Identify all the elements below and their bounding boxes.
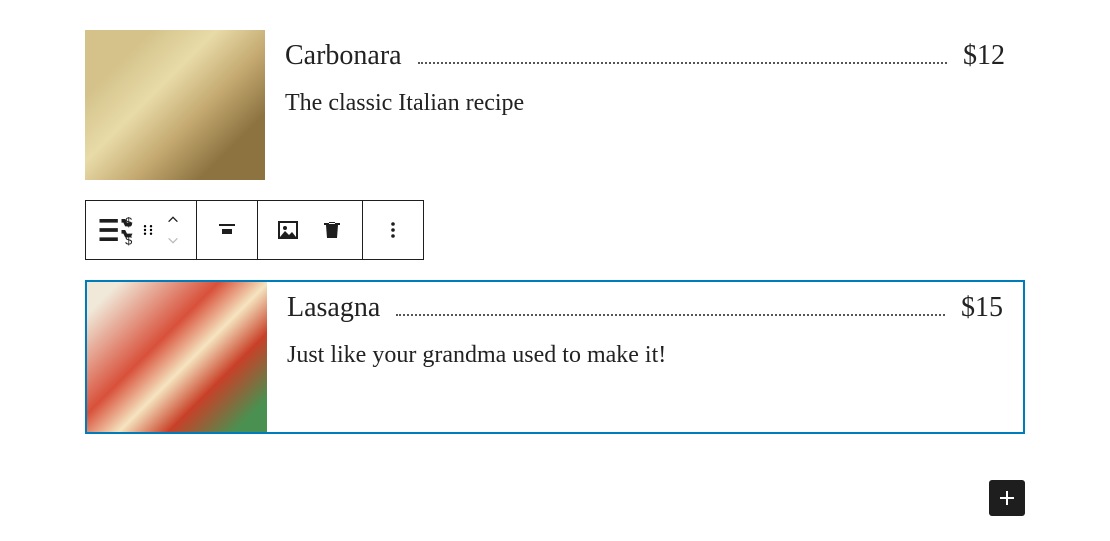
move-down-button[interactable]	[160, 230, 186, 250]
delete-button[interactable]	[310, 201, 354, 259]
menu-item-image[interactable]	[87, 282, 267, 432]
menu-item-title[interactable]: Carbonara	[285, 40, 412, 72]
menu-item-description[interactable]: The classic Italian recipe	[285, 90, 1005, 117]
block-type-icon[interactable]: $$	[94, 201, 138, 259]
svg-text:$: $	[125, 214, 132, 229]
menu-item-title[interactable]: Lasagna	[287, 292, 390, 324]
menu-item-header: Carbonara $12	[285, 40, 1005, 72]
menu-item-selected[interactable]: Lasagna $15 Just like your grandma used …	[85, 280, 1025, 434]
menu-item-content: Carbonara $12 The classic Italian recipe	[265, 30, 1025, 180]
move-up-button[interactable]	[160, 210, 186, 230]
block-toolbar: $$	[85, 200, 424, 260]
price-leader-dots	[418, 62, 947, 64]
more-options-button[interactable]	[371, 201, 415, 259]
menu-item[interactable]: Carbonara $12 The classic Italian recipe	[85, 30, 1025, 180]
drag-handle-icon[interactable]	[138, 201, 158, 259]
menu-item-content: Lasagna $15 Just like your grandma used …	[267, 282, 1023, 432]
price-leader-dots	[396, 314, 945, 316]
menu-item-description[interactable]: Just like your grandma used to make it!	[287, 342, 1003, 369]
menu-item-price[interactable]: $15	[951, 292, 1003, 324]
menu-item-price[interactable]: $12	[953, 40, 1005, 72]
menu-item-image[interactable]	[85, 30, 265, 180]
menu-item-header: Lasagna $15	[287, 292, 1003, 324]
image-button[interactable]	[266, 201, 310, 259]
add-block-button[interactable]	[989, 480, 1025, 516]
svg-text:$: $	[125, 233, 132, 248]
align-button[interactable]	[205, 201, 249, 259]
